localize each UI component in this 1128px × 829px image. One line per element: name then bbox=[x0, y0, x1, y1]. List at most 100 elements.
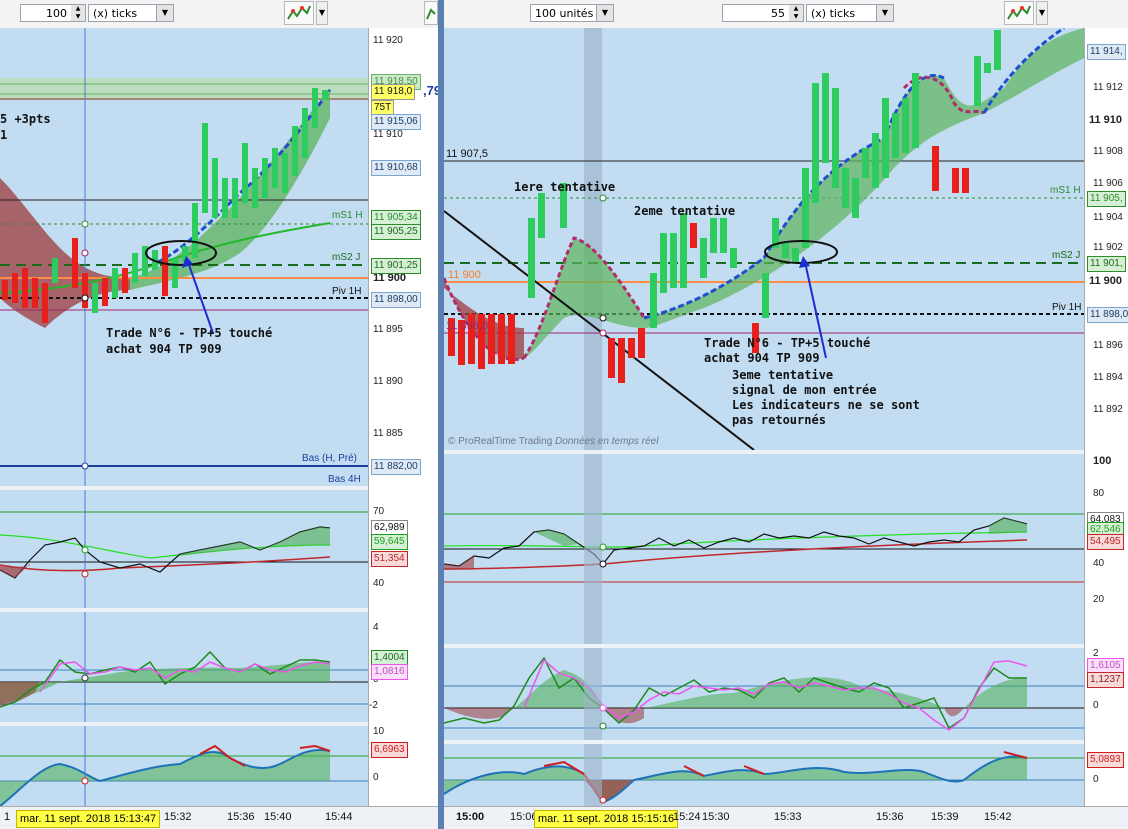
left-trade-label-1: Trade N°6 - TP+5 touché bbox=[106, 326, 273, 340]
right-unit-dropdown[interactable]: (x) ticks ▼ bbox=[806, 4, 894, 22]
left-extra-button[interactable] bbox=[424, 1, 438, 25]
right-ind2-tag: 1,1237 bbox=[1087, 672, 1124, 688]
right-price-axis: 11 914, 11 912 11 910 11 908 11 906 11 9… bbox=[1084, 28, 1128, 829]
spin-down-icon[interactable]: ▼ bbox=[71, 13, 85, 21]
spin-up-icon[interactable]: ▲ bbox=[71, 5, 85, 13]
left-ind2-tick: -2 bbox=[369, 700, 378, 711]
left-price-tag: 11 905,25 bbox=[371, 224, 421, 240]
left-price-svg bbox=[0, 28, 368, 486]
right-trade-label-2: achat 904 TP 909 bbox=[704, 351, 820, 365]
left-bas-h-pre-label: Bas (H, Pré) bbox=[302, 453, 358, 464]
right-level-11907: 11 907,5 bbox=[446, 148, 489, 160]
left-chart-window: 100 ▲ ▼ (x) ticks ▼ ▼ 5 +3pts 1 Trade N°… bbox=[0, 0, 438, 829]
right-ind1-svg bbox=[444, 454, 1084, 644]
left-price-tag: 11 901,25 bbox=[371, 258, 421, 274]
right-unit-label: (x) ticks bbox=[811, 7, 856, 20]
first-attempt-label: 1ere tentative bbox=[514, 180, 616, 194]
right-toolbar: 100 unités ▼ 55 ▲ ▼ (x) ticks ▼ ▼ bbox=[444, 0, 1128, 29]
right-ind1-tick: 80 bbox=[1093, 488, 1105, 499]
right-ind3-tag: 5,0893 bbox=[1087, 752, 1124, 768]
left-ind2-tag: 1,0816 bbox=[371, 664, 408, 680]
right-ind1-tag: 54,495 bbox=[1087, 534, 1124, 550]
left-ind1-tag: 51,354 bbox=[371, 551, 408, 567]
left-indicator-menu-arrow[interactable]: ▼ bbox=[316, 1, 328, 25]
left-note-2: 1 bbox=[0, 128, 8, 142]
right-time-tick: 15:36 bbox=[876, 811, 904, 823]
left-last-price-tag: 11 918,0 bbox=[371, 84, 416, 100]
right-level-11898: 11 898,0 bbox=[446, 320, 489, 332]
left-unit-label: (x) ticks bbox=[93, 7, 138, 20]
left-quantity-value: 100 bbox=[46, 7, 67, 20]
left-ind1-svg bbox=[0, 490, 368, 608]
left-bas-4h-label: Bas 4H bbox=[328, 474, 361, 485]
right-indicator-button[interactable] bbox=[1004, 1, 1034, 25]
right-price-tick: 11 894 bbox=[1093, 372, 1123, 383]
right-indicator-1-pane[interactable] bbox=[444, 454, 1084, 644]
left-time-tick: 15:32 bbox=[164, 811, 192, 823]
left-ms2j-label: mS2 J bbox=[332, 252, 361, 263]
right-price-tick: 11 896 bbox=[1093, 340, 1123, 351]
third-attempt-label-1: 3eme tentative bbox=[732, 368, 834, 382]
right-trade-label-1: Trade N°6 - TP+5 touché bbox=[704, 336, 871, 350]
right-price-tag: 11 914, bbox=[1087, 44, 1126, 60]
left-toolbar: 100 ▲ ▼ (x) ticks ▼ ▼ bbox=[0, 0, 438, 29]
right-price-tag: 11 905, bbox=[1087, 191, 1126, 207]
chevron-down-icon: ▼ bbox=[876, 5, 893, 21]
right-ind1-tick: 40 bbox=[1093, 558, 1105, 569]
left-ind1-tag: 59,645 bbox=[371, 534, 408, 550]
left-indicator-1-pane[interactable] bbox=[0, 490, 368, 608]
left-last-price-decimals: ,79 bbox=[423, 83, 438, 98]
left-indicator-button[interactable] bbox=[284, 1, 314, 25]
left-price-tick: 11 895 bbox=[373, 324, 403, 335]
right-ind3-tick: 0 bbox=[1093, 774, 1099, 785]
watermark-note: Données en temps réel bbox=[555, 436, 659, 447]
right-price-tick: 11 908 bbox=[1093, 146, 1123, 157]
right-price-tick: 11 900 bbox=[1089, 275, 1123, 287]
left-quantity-spinner[interactable]: 100 ▲ ▼ bbox=[20, 4, 86, 22]
left-price-tag: 11 882,00 bbox=[371, 459, 421, 475]
watermark: © ProRealTime Trading Données en temps r… bbox=[448, 436, 658, 447]
third-attempt-label-2: signal de mon entrée bbox=[732, 383, 877, 397]
right-time-tick: 15:24 bbox=[673, 811, 701, 823]
left-indicator-2-pane[interactable] bbox=[0, 612, 368, 722]
left-price-pane[interactable]: 5 +3pts 1 Trade N°6 - TP+5 touché achat … bbox=[0, 28, 368, 486]
right-price-pane[interactable]: 11 907,5 11 900 11 898,0 mS1 H mS2 J Piv… bbox=[444, 28, 1084, 450]
left-price-axis: 11 920 11 910 11 900 11 895 11 890 11 88… bbox=[368, 28, 438, 829]
left-piv1h-label: Piv 1H bbox=[332, 286, 362, 297]
spin-up-icon[interactable]: ▲ bbox=[789, 5, 803, 13]
left-ind2-svg bbox=[0, 612, 368, 722]
right-time-tick: 15:30 bbox=[702, 811, 730, 823]
left-ind2-tick: 4 bbox=[373, 622, 379, 633]
right-ms2j-label: mS2 J bbox=[1052, 250, 1081, 261]
left-trade-label-2: achat 904 TP 909 bbox=[106, 342, 222, 356]
right-time-tick: 15:39 bbox=[931, 811, 959, 823]
spin-down-icon[interactable]: ▼ bbox=[789, 13, 803, 21]
right-units-dropdown[interactable]: 100 unités ▼ bbox=[530, 4, 614, 22]
indicator-chart-icon bbox=[287, 5, 311, 20]
right-quantity-spinner[interactable]: 55 ▲ ▼ bbox=[722, 4, 804, 22]
left-cursor-date: mar. 11 sept. 2018 15:13:47 bbox=[16, 810, 161, 828]
right-indicator-menu-arrow[interactable]: ▼ bbox=[1036, 1, 1048, 25]
left-price-tick: 11 885 bbox=[373, 428, 403, 439]
left-ind3-svg bbox=[0, 726, 368, 806]
left-price-tag: 11 898,00 bbox=[371, 292, 421, 308]
left-price-tag: 11 910,68 bbox=[371, 160, 421, 176]
right-ind2-tick: 0 bbox=[1093, 700, 1099, 711]
left-indicator-3-pane[interactable] bbox=[0, 726, 368, 806]
right-price-tick: 11 892 bbox=[1093, 404, 1123, 415]
right-time-tick: 15:33 bbox=[774, 811, 802, 823]
left-time-tick: 1 bbox=[4, 811, 11, 823]
right-indicator-3-pane[interactable] bbox=[444, 744, 1084, 806]
right-price-tag: 11 898,0 bbox=[1087, 307, 1128, 323]
right-ms1h-label: mS1 H bbox=[1050, 185, 1081, 196]
right-indicator-2-pane[interactable] bbox=[444, 648, 1084, 740]
left-note-1: 5 +3pts bbox=[0, 112, 51, 126]
left-unit-dropdown[interactable]: (x) ticks ▼ bbox=[88, 4, 174, 22]
watermark-brand: © ProRealTime Trading bbox=[448, 436, 553, 447]
left-price-tag: 11 915,06 bbox=[371, 114, 421, 130]
right-ind1-tick: 20 bbox=[1093, 594, 1105, 605]
right-piv1h-label: Piv 1H bbox=[1052, 302, 1082, 313]
left-ind3-tick: 0 bbox=[373, 772, 379, 783]
indicator-chart-icon bbox=[1007, 5, 1031, 20]
left-time-tick: 15:36 bbox=[227, 811, 255, 823]
